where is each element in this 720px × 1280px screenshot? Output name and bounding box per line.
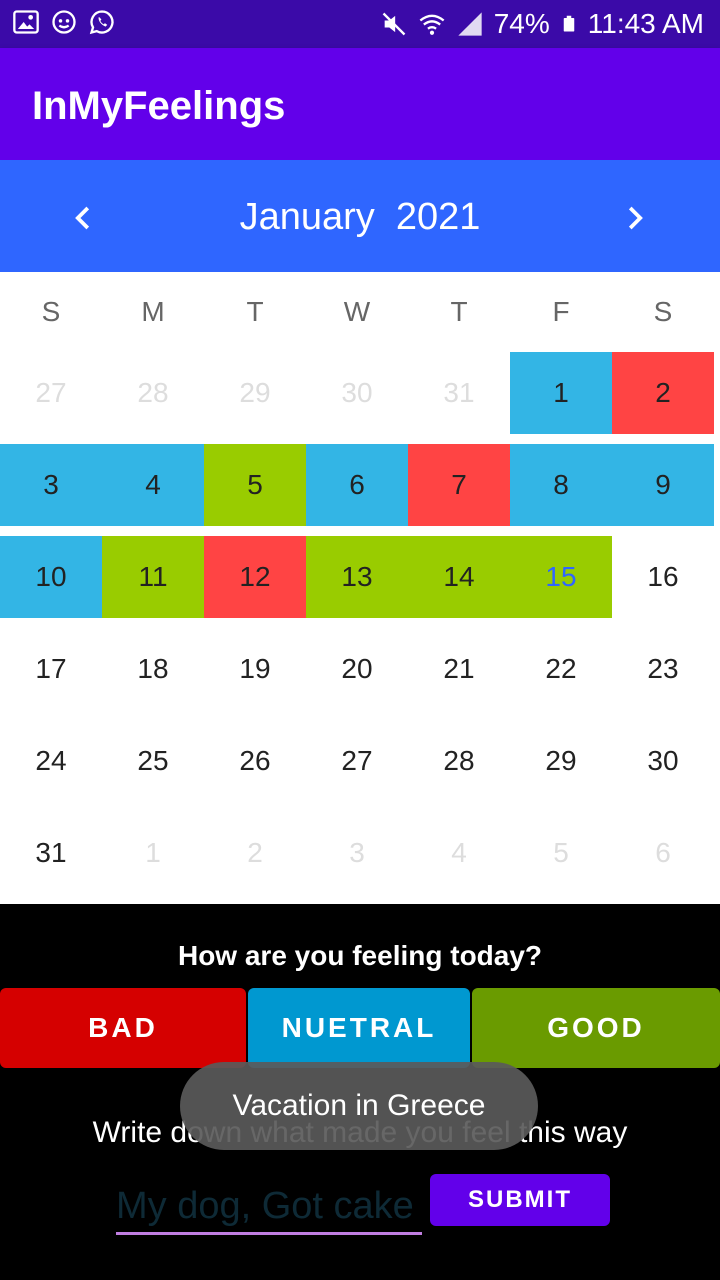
calendar-day[interactable]: 3 <box>306 812 408 894</box>
calendar-day[interactable]: 27 <box>306 720 408 802</box>
calendar-day[interactable]: 7 <box>408 444 510 526</box>
calendar-day[interactable]: 8 <box>510 444 612 526</box>
app-title: InMyFeelings <box>32 84 286 128</box>
calendar-day[interactable]: 16 <box>612 536 714 618</box>
calendar-day[interactable]: 30 <box>306 352 408 434</box>
battery-icon <box>563 15 575 32</box>
calendar-day[interactable]: 27 <box>0 352 102 434</box>
calendar-day[interactable]: 1 <box>102 812 204 894</box>
calendar-day[interactable]: 31 <box>0 812 102 894</box>
whatsapp-icon <box>89 10 114 35</box>
calendar-grid: S M T W T F S 27 28 29 30 31 1 2 3 4 5 6 7 8 9 10 11 12 1… <box>0 272 720 904</box>
calendar-day[interactable]: 29 <box>510 720 612 802</box>
calendar-day[interactable]: 26 <box>204 720 306 802</box>
reason-input-text: My dog, Got cake <box>116 1185 414 1227</box>
face-icon <box>52 10 76 34</box>
calendar-day[interactable]: 6 <box>306 444 408 526</box>
calendar-day[interactable]: 18 <box>102 628 204 710</box>
weekday-label: S <box>653 296 673 327</box>
calendar-day[interactable]: 11 <box>102 536 204 618</box>
clock: 11:43 AM <box>587 8 704 39</box>
calendar-day[interactable]: 19 <box>204 628 306 710</box>
neutral-mood-button[interactable]: NUETRAL <box>248 988 470 1068</box>
calendar-day[interactable]: 12 <box>204 536 306 618</box>
calendar-day[interactable]: 31 <box>408 352 510 434</box>
calendar-day[interactable]: 3 <box>0 444 102 526</box>
calendar-day[interactable]: 14 <box>408 536 510 618</box>
app-bar: InMyFeelings <box>0 48 720 160</box>
weekday-label: S <box>41 296 61 327</box>
calendar-day[interactable]: 2 <box>612 352 714 434</box>
calendar-day[interactable]: 22 <box>510 628 612 710</box>
calendar-day[interactable]: 13 <box>306 536 408 618</box>
good-mood-button[interactable]: GOOD <box>472 988 720 1068</box>
weekday-label: T <box>450 296 468 327</box>
weekday-label: T <box>246 296 264 327</box>
calendar-day[interactable]: 24 <box>0 720 102 802</box>
calendar-day[interactable]: 28 <box>408 720 510 802</box>
calendar-day[interactable]: 1 <box>510 352 612 434</box>
bad-mood-button[interactable]: BAD <box>0 988 246 1068</box>
calendar-day[interactable]: 10 <box>0 536 102 618</box>
chevron-right-icon <box>628 206 643 230</box>
weekday-label: M <box>141 296 165 327</box>
weekday-header: S M T W T F S <box>0 296 714 336</box>
toast-message: Vacation in Greece <box>180 1062 538 1150</box>
calendar-day[interactable]: 6 <box>612 812 714 894</box>
calendar-day[interactable]: 28 <box>102 352 204 434</box>
calendar-header: January 2021 <box>0 160 720 272</box>
calendar-day[interactable]: 30 <box>612 720 714 802</box>
wifi-icon <box>419 14 445 35</box>
day-grid: 27 28 29 30 31 1 2 3 4 5 6 7 8 9 10 11 12 13 14 15 16 17 18 19 2… <box>0 352 714 894</box>
image-icon <box>13 10 39 34</box>
calendar-day[interactable]: 2 <box>204 812 306 894</box>
status-bar: 74% 11:43 AM <box>0 0 720 48</box>
calendar-day[interactable]: 9 <box>612 444 714 526</box>
reason-input[interactable]: My dog, Got cake <box>116 1176 422 1235</box>
calendar-day[interactable]: 23 <box>612 628 714 710</box>
calendar-day[interactable]: 4 <box>102 444 204 526</box>
weekday-label: W <box>343 296 371 327</box>
calendar-day[interactable]: 21 <box>408 628 510 710</box>
status-right: 74% 11:43 AM <box>380 8 704 40</box>
calendar-day[interactable]: 15 <box>510 536 612 618</box>
mood-question: How are you feeling today? <box>177 940 543 971</box>
mute-icon <box>382 12 406 36</box>
weekday-label: F <box>552 296 570 327</box>
battery-percent: 74% <box>493 8 550 39</box>
next-month-button[interactable] <box>612 196 656 240</box>
submit-button[interactable]: SUBMIT <box>430 1174 610 1226</box>
calendar-day[interactable]: 5 <box>510 812 612 894</box>
status-left-icons <box>12 8 116 36</box>
calendar-day[interactable]: 5 <box>204 444 306 526</box>
calendar-day[interactable]: 17 <box>0 628 102 710</box>
calendar-day[interactable]: 25 <box>102 720 204 802</box>
calendar-day[interactable]: 20 <box>306 628 408 710</box>
calendar-day[interactable]: 4 <box>408 812 510 894</box>
signal-icon <box>458 12 482 36</box>
calendar-day[interactable]: 29 <box>204 352 306 434</box>
